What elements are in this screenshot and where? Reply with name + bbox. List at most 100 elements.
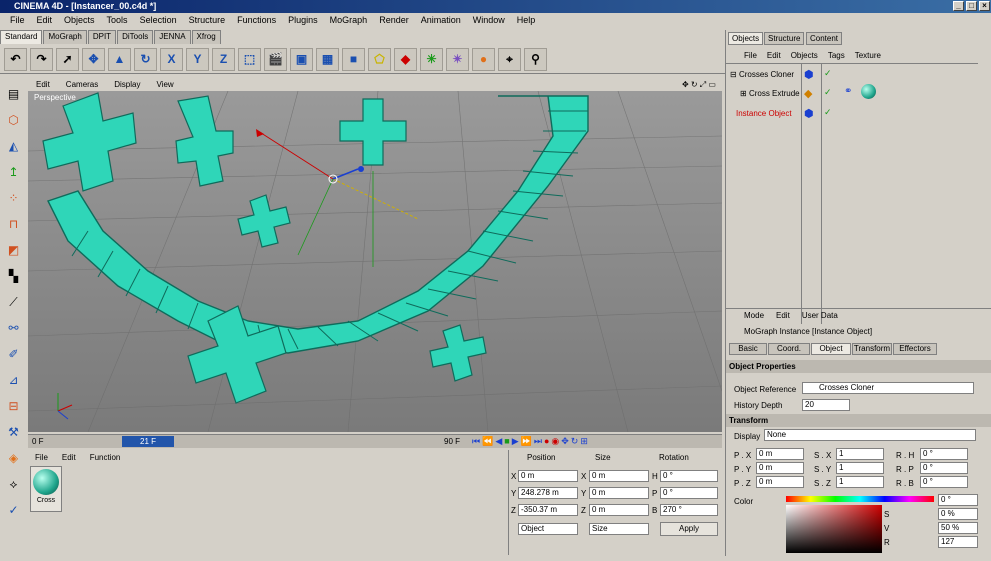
tab-mograph[interactable]: MoGraph [43,30,87,44]
tab-dpit[interactable]: DPIT [87,30,117,44]
material-swatch[interactable]: Cross [30,466,62,512]
next-key-icon[interactable]: ⏩ [521,436,532,447]
viewport-cameras[interactable]: Cameras [58,80,106,89]
attr-tab-object[interactable]: Object [811,343,851,355]
color-picker-field[interactable] [786,505,882,553]
snap-icon[interactable]: ⊟ [2,394,25,418]
workplane-icon[interactable]: ⊿ [2,368,25,392]
inverse-kinematics-icon[interactable]: ⚯ [2,316,25,340]
camera-icon[interactable]: ⌖ [498,47,521,71]
objects-menu-file[interactable]: File [744,51,757,60]
nurbs-icon[interactable]: ◆ [394,47,417,71]
brush-icon[interactable]: ◈ [2,446,25,470]
scene-icon[interactable]: ● [472,47,495,71]
objects-menu-texture[interactable]: Texture [855,51,881,60]
menu-structure[interactable]: Structure [183,15,232,25]
visibility-check-icon[interactable]: ✓ [824,107,832,118]
menu-selection[interactable]: Selection [134,15,183,25]
transform-p-x[interactable]: 0 m [756,448,804,460]
pos-y-field[interactable]: 248.278 m [518,487,578,499]
color-hue-field[interactable]: 0 ° [938,494,978,506]
menu-animation[interactable]: Animation [415,15,467,25]
visibility-check-icon[interactable]: ✓ [824,87,832,98]
texture-mode-icon[interactable]: ◭ [2,134,25,158]
tab-objects[interactable]: Objects [728,32,764,45]
tab-jenna[interactable]: JENNA [154,30,191,44]
coordinate-system-icon[interactable]: ⬚ [238,47,261,71]
object-cross-extrude[interactable]: ⊞ Cross Extrude [740,89,800,98]
magnet-icon[interactable]: ⟡ [2,472,25,496]
menu-functions[interactable]: Functions [231,15,282,25]
menu-window[interactable]: Window [467,15,511,25]
texture-axis-icon[interactable]: ⟋ [2,290,25,314]
prev-frame-icon[interactable]: ◀ [495,436,502,447]
undo-icon[interactable]: ↶ [4,47,27,71]
color-s-field[interactable]: 0 % [938,508,978,520]
keyframe-icon[interactable]: ✥ [561,436,569,447]
menu-plugins[interactable]: Plugins [282,15,324,25]
transform-p-y[interactable]: 0 m [756,462,804,474]
stop-icon[interactable]: ■ [504,436,509,447]
perspective-viewport[interactable]: Perspective [28,91,722,432]
transform-p-z[interactable]: 0 m [756,476,804,488]
object-instance-object[interactable]: Instance Object [736,109,792,118]
phong-tag-icon[interactable]: ⚭ [844,86,852,97]
menu-mograph[interactable]: MoGraph [324,15,374,25]
objects-menu-objects[interactable]: Objects [791,51,818,60]
material-tag-icon[interactable] [861,84,876,99]
attr-tab-basic[interactable]: Basic [729,343,767,355]
record-icon[interactable]: ● [544,436,549,447]
autokey-icon[interactable]: ◉ [551,436,559,447]
apply-button[interactable]: Apply [660,522,718,536]
deformer-icon[interactable]: ✴ [446,47,469,71]
pos-z-field[interactable]: -350.37 m [518,504,578,516]
close-button[interactable]: × [979,1,990,11]
cube-icon[interactable]: ■ [342,47,365,71]
transform-r-h[interactable]: 0 ° [920,448,968,460]
menu-file[interactable]: File [4,15,31,25]
light-icon[interactable]: ⚲ [524,47,547,71]
attr-menu-user-data[interactable]: User Data [802,311,838,320]
model-mode-icon[interactable]: ▤ [2,82,25,106]
objects-menu-tags[interactable]: Tags [828,51,845,60]
spline-icon[interactable]: ⬠ [368,47,391,71]
viewport-edit[interactable]: Edit [28,80,58,89]
scale-key-icon[interactable]: ⊞ [580,436,588,447]
history-depth-field[interactable]: 20 [802,399,850,411]
object-mode-icon[interactable]: ⬡ [2,108,25,132]
timeline-bar[interactable]: 0 F 21 F 90 F ⏮ ⏪ ◀ ■ ▶ ⏩ ⏭ ● ◉ ✥ ↻ ⊞ [28,434,722,448]
play-icon[interactable]: ▶ [512,436,519,447]
menu-edit[interactable]: Edit [31,15,59,25]
polygons-mode-icon[interactable]: ◩ [2,238,25,262]
points-mode-icon[interactable]: ⁘ [2,186,25,210]
edges-mode-icon[interactable]: ⊓ [2,212,25,236]
material-menu-function[interactable]: Function [83,453,128,462]
rotate-key-icon[interactable]: ↻ [571,436,579,447]
viewport-display[interactable]: Display [106,80,148,89]
render-picture-icon[interactable]: ▣ [290,47,313,71]
redo-icon[interactable]: ↷ [30,47,53,71]
axis-mode-icon[interactable]: ↥ [2,160,25,184]
material-menu-file[interactable]: File [28,453,55,462]
menu-tools[interactable]: Tools [101,15,134,25]
transform-r-b[interactable]: 0 ° [920,476,968,488]
menu-help[interactable]: Help [511,15,542,25]
attr-tab-effectors[interactable]: Effectors [893,343,937,355]
maximize-button[interactable]: □ [966,1,977,11]
display-select[interactable]: None [764,429,976,441]
rot-h-field[interactable]: 0 ° [660,470,718,482]
tweak-mode-icon[interactable]: ⚒ [2,420,25,444]
prev-key-icon[interactable]: ⏪ [482,436,493,447]
transform-s-x[interactable]: 1 [836,448,884,460]
tab-structure[interactable]: Structure [764,32,805,45]
live-select-icon[interactable]: ➚ [56,47,79,71]
rot-b-field[interactable]: 270 ° [660,504,718,516]
tab-xfrog[interactable]: Xfrog [191,30,221,44]
coord-size-select[interactable]: Size [589,523,649,535]
menu-render[interactable]: Render [373,15,415,25]
object-reference-field[interactable]: Crosses Cloner [802,382,974,394]
check-icon[interactable]: ✓ [2,498,25,522]
visibility-check-icon[interactable]: ✓ [824,68,832,79]
z-axis-icon[interactable]: Z [212,47,235,71]
viewport-nav-icons[interactable]: ✥ ↻ ⤢ ▭ [674,80,722,90]
